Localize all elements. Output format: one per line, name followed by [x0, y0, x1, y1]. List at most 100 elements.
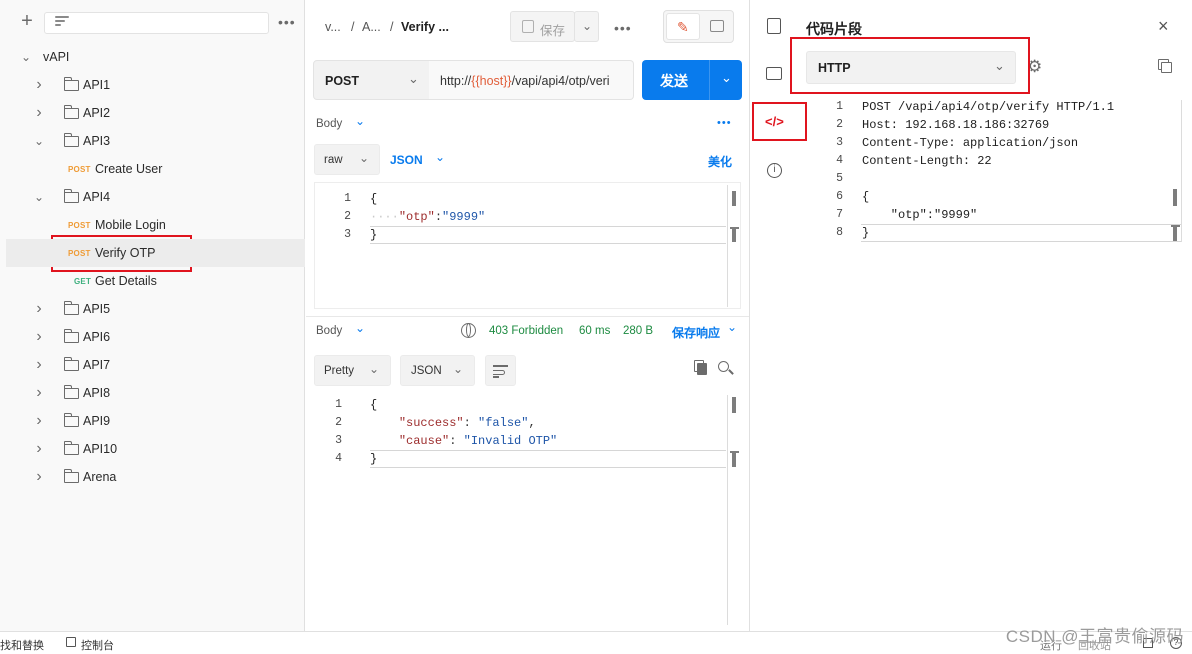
add-icon[interactable]: + [18, 11, 36, 31]
comments-icon[interactable] [766, 67, 782, 80]
folder-icon [63, 385, 79, 399]
chevron-right-icon[interactable]: › [34, 412, 44, 430]
collection-root[interactable]: ⌄ vAPI [6, 43, 305, 71]
request-body-editor[interactable] [314, 182, 741, 309]
chevron-down-icon[interactable]: ⌄ [355, 321, 365, 335]
more-options-icon[interactable]: ••• [717, 118, 732, 129]
method-select[interactable]: POST ⌄ [313, 60, 430, 100]
search-icon[interactable] [718, 361, 734, 375]
save-label: 保存 [540, 24, 566, 38]
globe-icon[interactable] [461, 323, 476, 338]
console-icon [66, 637, 76, 647]
more-options-icon[interactable]: ••• [278, 15, 296, 29]
line-number: 5 [836, 172, 843, 185]
editor-scroll-marker [1173, 189, 1177, 206]
wrap-icon [493, 365, 508, 367]
code-line: "otp":"9999" [862, 208, 978, 222]
folder-api6[interactable]: › API6 [6, 323, 305, 351]
url-input[interactable]: http://{{host}}/vapi/api4/otp/veri [429, 60, 634, 100]
request-item[interactable]: GET Get Details [6, 267, 305, 295]
breadcrumb-folder[interactable]: A... [362, 20, 381, 34]
response-time[interactable]: 60 ms [579, 325, 610, 337]
response-size[interactable]: 280 B [623, 325, 653, 337]
close-icon[interactable]: × [1158, 16, 1169, 37]
code-line: { [862, 190, 870, 204]
response-format-select[interactable]: Pretty ⌄ [314, 355, 391, 386]
copy-icon[interactable] [1161, 62, 1172, 73]
snippet-scrollbar-track[interactable] [1181, 100, 1182, 242]
save-dropdown-button[interactable]: ⌄ [574, 11, 599, 42]
code-line: "success": "false", [398, 416, 536, 430]
chevron-down-icon[interactable]: ⌄ [435, 150, 445, 164]
request-item[interactable]: POST Verify OTP [6, 239, 305, 267]
folder-api4[interactable]: ⌄ API4 [6, 183, 305, 211]
breadcrumb-collection[interactable]: v... [325, 20, 341, 34]
chevron-down-icon[interactable]: ⌄ [34, 134, 44, 148]
collection-name: vAPI [43, 50, 70, 64]
folder-api7[interactable]: › API7 [6, 351, 305, 379]
folder-icon [63, 357, 79, 371]
body-mode-select[interactable]: raw ⌄ [314, 144, 380, 175]
folder-api10[interactable]: › API10 [6, 435, 305, 463]
response-lang-select[interactable]: JSON ⌄ [400, 355, 475, 386]
editor-scroll-marker [732, 451, 736, 467]
chevron-right-icon[interactable]: › [34, 300, 44, 318]
comment-mode-button[interactable] [702, 13, 732, 40]
folder-label: API5 [83, 302, 111, 316]
editor-scrollbar-track[interactable] [727, 185, 728, 307]
pencil-icon: ✎ [677, 19, 689, 35]
body-lang-select[interactable]: JSON [390, 153, 423, 167]
send-dropdown-button[interactable]: ⌄ [711, 60, 742, 100]
wrap-lines-button[interactable] [485, 355, 516, 386]
filter-input[interactable] [44, 12, 269, 34]
current-line-highlight [370, 226, 726, 244]
folder-api5[interactable]: › API5 [6, 295, 305, 323]
chevron-down-icon: ⌄ [721, 70, 732, 85]
chevron-right-icon[interactable]: › [34, 468, 44, 486]
copy-icon[interactable] [697, 363, 707, 375]
folder-api2[interactable]: › API2 [6, 99, 305, 127]
folder-icon [63, 105, 79, 119]
request-label: Create User [95, 162, 163, 176]
save-response-button[interactable]: 保存响应 [672, 324, 720, 341]
response-scrollbar-track[interactable] [727, 395, 728, 625]
chevron-right-icon[interactable]: › [34, 104, 44, 122]
code-line: } [370, 452, 378, 466]
edit-mode-button[interactable]: ✎ [666, 13, 700, 40]
chevron-down-icon: ⌄ [582, 19, 593, 33]
current-line-highlight [861, 224, 1181, 242]
folder-api1[interactable]: › API1 [6, 71, 305, 99]
chevron-right-icon[interactable]: › [34, 356, 44, 374]
request-item[interactable]: POST Mobile Login [6, 211, 305, 239]
chevron-down-icon[interactable]: ⌄ [727, 320, 737, 334]
breadcrumb-request[interactable]: Verify ... [401, 20, 449, 34]
chevron-right-icon[interactable]: › [34, 440, 44, 458]
beautify-button[interactable]: 美化 [708, 153, 732, 170]
chevron-right-icon[interactable]: › [34, 328, 44, 346]
editor-scroll-marker [732, 397, 736, 413]
folder-api8[interactable]: › API8 [6, 379, 305, 407]
chevron-down-icon[interactable]: ⌄ [355, 114, 365, 128]
body-tab-label[interactable]: Body [316, 118, 342, 130]
find-replace-button[interactable]: 找和替换 [0, 637, 44, 653]
view-mode-toggle: ✎ [663, 10, 734, 43]
line-number: 1 [335, 398, 342, 411]
folder-api9[interactable]: › API9 [6, 407, 305, 435]
chevron-down-icon[interactable]: ⌄ [34, 190, 44, 204]
folder-api3[interactable]: ⌄ API3 [6, 127, 305, 155]
folder-arena[interactable]: › Arena [6, 463, 305, 491]
request-item[interactable]: POST Create User [6, 155, 305, 183]
chevron-right-icon[interactable]: › [34, 384, 44, 402]
line-number: 6 [836, 190, 843, 203]
documentation-icon[interactable] [767, 18, 781, 34]
info-icon[interactable]: i [767, 163, 782, 178]
more-options-icon[interactable]: ••• [614, 21, 632, 35]
response-status[interactable]: 403 Forbidden [489, 325, 563, 337]
save-button[interactable]: 保存 [510, 11, 575, 42]
response-body-tab-label[interactable]: Body [316, 325, 342, 337]
console-button[interactable]: 控制台 [81, 637, 114, 653]
chevron-down-icon: ⌄ [369, 362, 380, 376]
line-number: 2 [344, 210, 351, 223]
send-label: 发送 [660, 73, 688, 89]
chevron-right-icon[interactable]: › [34, 76, 44, 94]
